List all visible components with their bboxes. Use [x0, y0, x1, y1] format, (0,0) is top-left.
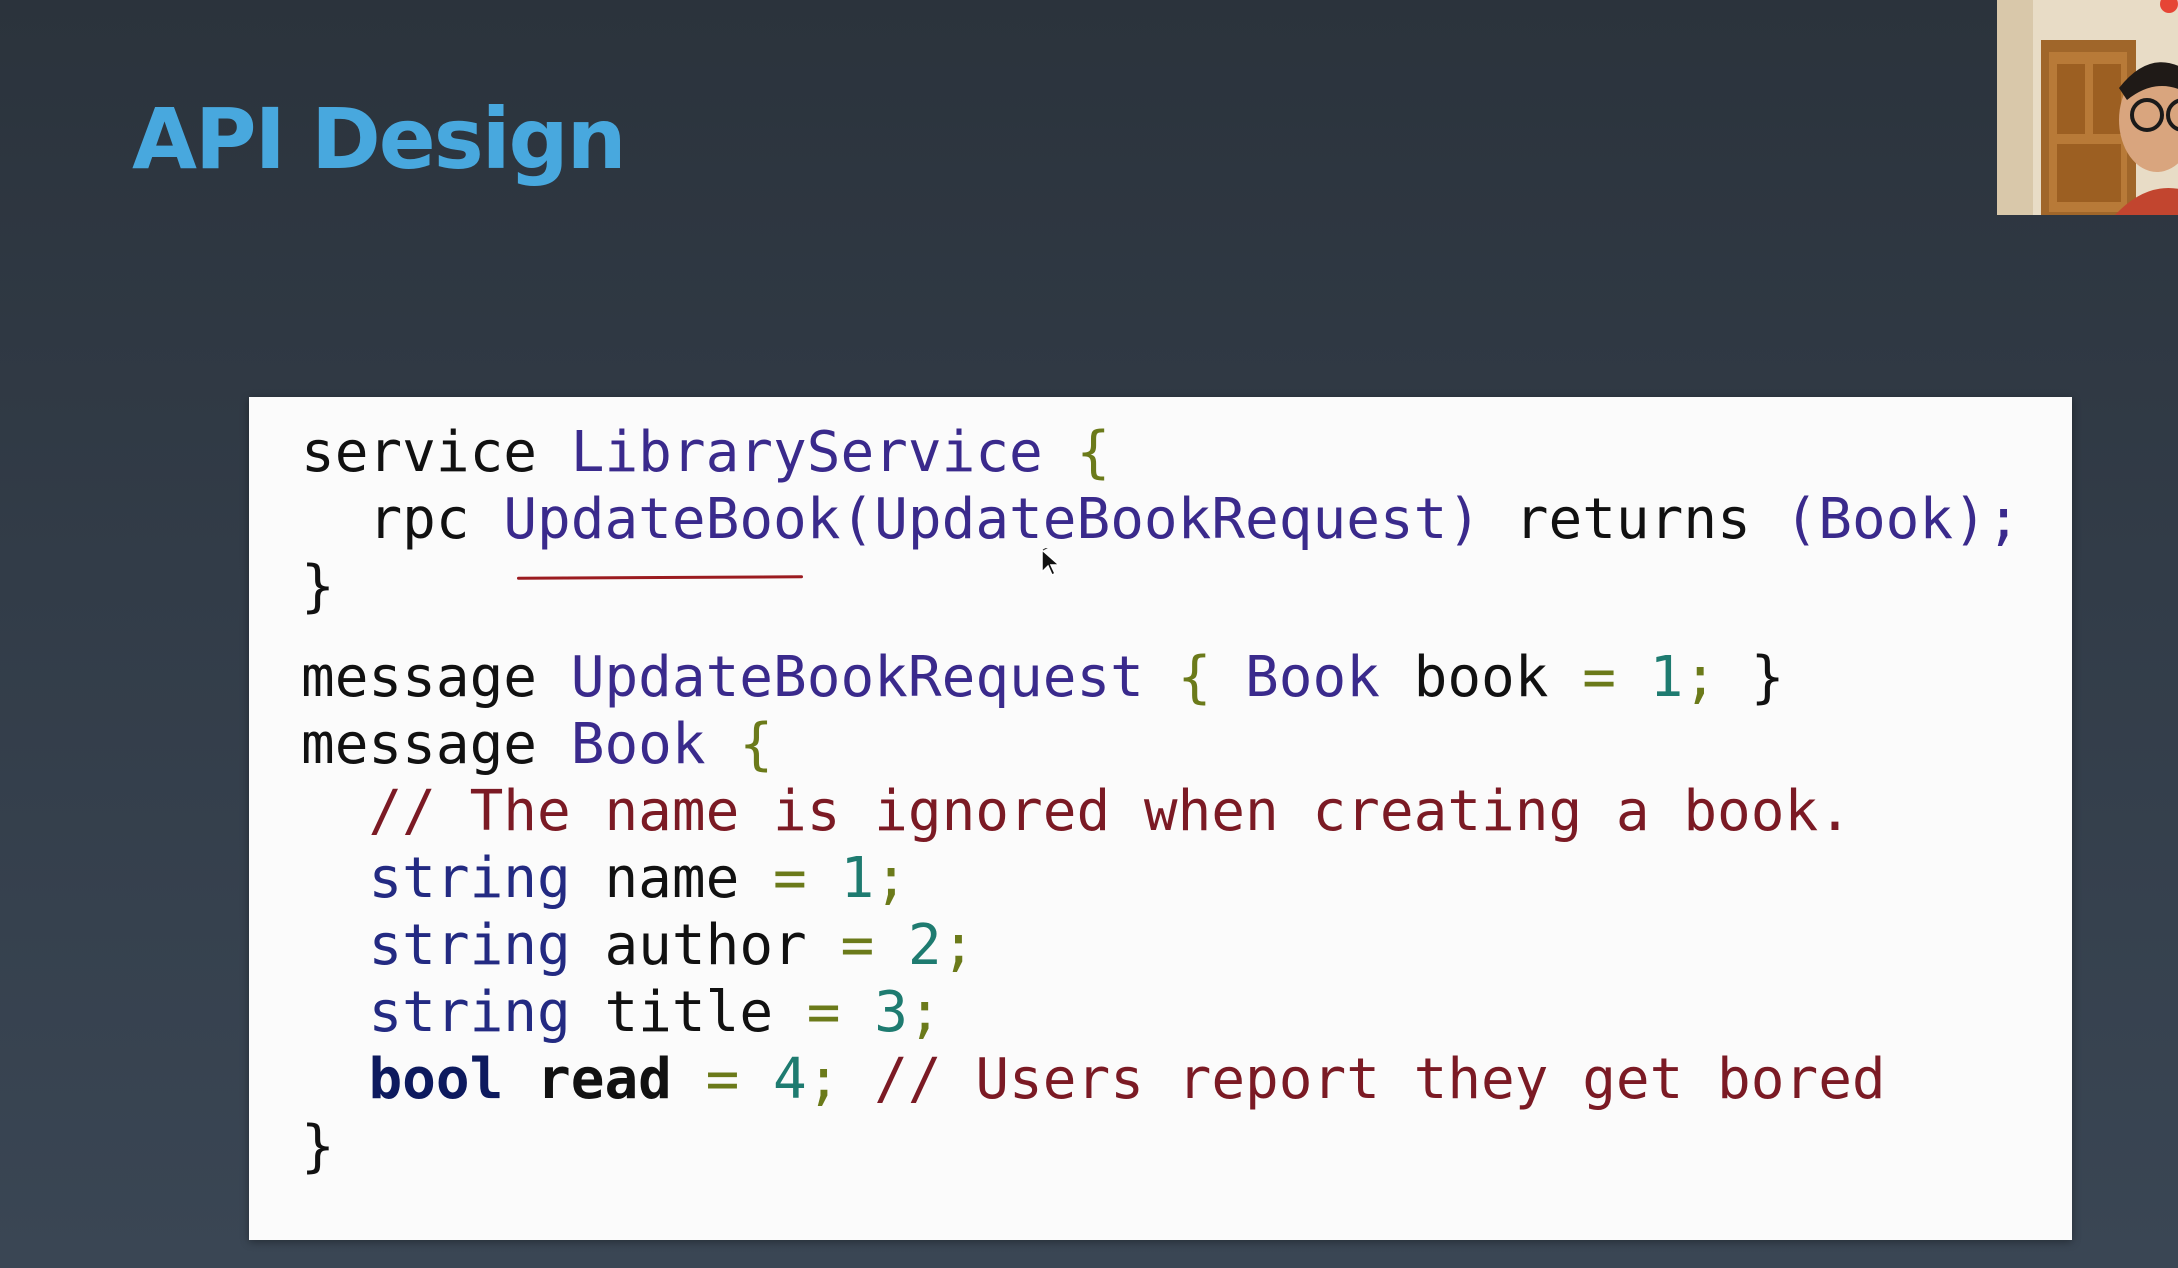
- webcam-thumbnail: [1997, 0, 2178, 215]
- type-string: string: [368, 980, 571, 1045]
- equals: =: [1582, 645, 1616, 710]
- code-line-rpc: rpc UpdateBook(UpdateBookRequest) return…: [301, 486, 2021, 553]
- field-number: 2: [907, 913, 942, 978]
- brace-open: {: [1177, 645, 1212, 710]
- type-bool: bool: [368, 1047, 504, 1112]
- keyword-service: service: [301, 420, 538, 485]
- code-line-service: service LibraryService {: [301, 419, 2021, 486]
- semicolon: ;: [941, 913, 976, 978]
- keyword-message: message: [301, 712, 538, 777]
- code-line-field-name: string name = 1;: [301, 845, 2021, 912]
- webcam-image: [1997, 0, 2178, 215]
- code-line-comment-name: // The name is ignored when creating a b…: [301, 778, 2021, 845]
- brace-close: }: [1750, 645, 1785, 710]
- field-title: title: [604, 980, 774, 1045]
- mouse-pointer-icon: [1041, 548, 1061, 577]
- field-author: author: [604, 913, 807, 978]
- field-number: 1: [1649, 645, 1684, 710]
- message-name-book: Book: [570, 712, 706, 777]
- code-line-field-title: string title = 3;: [301, 979, 2021, 1046]
- field-name-book: book: [1413, 645, 1549, 710]
- field-type-book: Book: [1245, 645, 1380, 710]
- equals: =: [705, 1047, 740, 1112]
- code-line-close-service: }: [301, 553, 2021, 620]
- field-number: 1: [840, 846, 875, 911]
- field-number: 3: [874, 980, 908, 1045]
- semicolon: ;: [874, 846, 908, 911]
- equals: =: [840, 913, 875, 978]
- semicolon: ;: [806, 1047, 841, 1112]
- rpc-return: (Book);: [1784, 487, 2021, 552]
- rpc-name: UpdateBook: [503, 487, 841, 552]
- type-string: string: [368, 846, 571, 911]
- code-comment: // The name is ignored when creating a b…: [368, 779, 1852, 844]
- brace-close: }: [301, 1114, 335, 1179]
- code-line-field-read: bool read = 4; // Users report they get …: [301, 1046, 2021, 1113]
- brace-open: {: [739, 712, 774, 777]
- code-gap: [301, 620, 2021, 644]
- code-line-close-book: }: [301, 1113, 2021, 1180]
- semicolon: ;: [907, 980, 942, 1045]
- rpc-args: (UpdateBookRequest): [840, 487, 1482, 552]
- equals: =: [806, 980, 841, 1045]
- type-string: string: [368, 913, 571, 978]
- field-read: read: [537, 1047, 672, 1112]
- code-line-message-book: message Book {: [301, 711, 2021, 778]
- code-comment: // Users report they get bored: [874, 1047, 1886, 1112]
- code-line-field-author: string author = 2;: [301, 912, 2021, 979]
- keyword-message: message: [301, 645, 538, 710]
- field-number: 4: [773, 1047, 807, 1112]
- field-name: name: [604, 846, 740, 911]
- message-name-request: UpdateBookRequest: [570, 645, 1144, 710]
- code-line-message-request: message UpdateBookRequest { Book book = …: [301, 644, 2021, 711]
- slide-title: API Design: [132, 90, 626, 188]
- keyword-returns: returns: [1514, 487, 1751, 552]
- code-block: service LibraryService { rpc UpdateBook(…: [301, 419, 2021, 1180]
- brace-open: {: [1076, 420, 1111, 485]
- code-panel: service LibraryService { rpc UpdateBook(…: [249, 397, 2072, 1240]
- brace-close: }: [301, 554, 335, 619]
- keyword-rpc: rpc: [368, 487, 470, 552]
- service-name: LibraryService: [570, 420, 1043, 485]
- presentation-slide: API Design service LibraryService { rpc …: [0, 0, 2178, 1268]
- equals: =: [773, 846, 807, 911]
- semicolon: ;: [1683, 645, 1718, 710]
